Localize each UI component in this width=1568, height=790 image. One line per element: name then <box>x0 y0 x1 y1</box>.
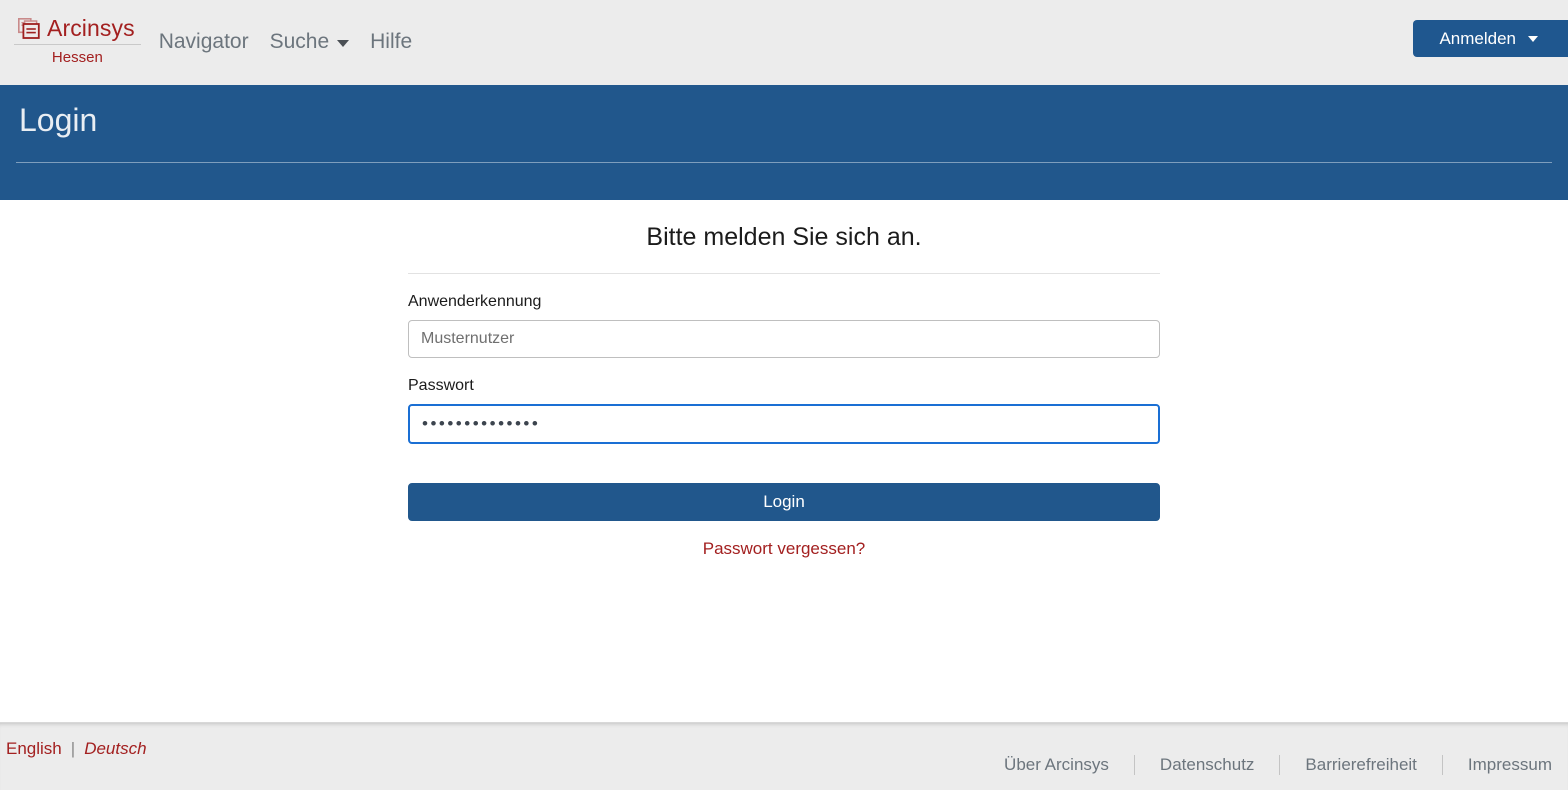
brand-region: Hessen <box>51 49 103 66</box>
nav-item-suche-label: Suche <box>269 29 330 53</box>
nav-item-hilfe[interactable]: Hilfe <box>370 30 412 54</box>
form-heading: Bitte melden Sie sich an. <box>646 223 922 251</box>
nav-item-navigator[interactable]: Navigator <box>159 30 249 54</box>
brand-top-row: Arcinsys <box>14 16 141 45</box>
form-divider <box>408 273 1160 274</box>
chevron-down-icon <box>337 40 350 47</box>
banner-divider <box>16 162 1552 163</box>
nav-item-navigator-label: Navigator <box>158 29 249 53</box>
password-input[interactable] <box>408 404 1160 444</box>
documents-icon <box>18 18 40 39</box>
forgot-password-row: Passwort vergessen? <box>408 521 1160 559</box>
password-label: Passwort <box>408 377 474 394</box>
page-footer: English | Deutsch Über Arcinsys Datensch… <box>0 722 1568 790</box>
footer-link-datenschutz[interactable]: Datenschutz <box>1135 755 1280 775</box>
page-banner: Login <box>0 85 1568 200</box>
language-separator: | <box>70 738 76 758</box>
main-content: Bitte melden Sie sich an. Anwenderkennun… <box>0 200 1568 722</box>
anmelden-button[interactable]: Anmelden <box>1413 20 1568 57</box>
language-english-link[interactable]: English <box>6 739 62 759</box>
page-title: Login <box>19 102 98 138</box>
forgot-password-link[interactable]: Passwort vergessen? <box>703 539 866 558</box>
brand-logo[interactable]: Arcinsys Hessen <box>14 16 141 69</box>
anmelden-button-label: Anmelden <box>1439 28 1516 48</box>
chevron-down-icon <box>1528 35 1538 42</box>
nav-item-suche[interactable]: Suche <box>270 30 350 54</box>
main-nav: Navigator Suche Hilfe <box>159 30 412 56</box>
brand-name: Arcinsys <box>47 15 135 41</box>
footer-link-barrierefreiheit[interactable]: Barrierefreiheit <box>1280 755 1442 775</box>
language-switcher: English | Deutsch <box>6 739 147 775</box>
nav-item-hilfe-label: Hilfe <box>370 29 413 53</box>
language-deutsch-link[interactable]: Deutsch <box>84 739 146 759</box>
page-root: Arcinsys Hessen Navigator Suche Hilfe An… <box>0 0 1568 790</box>
username-label: Anwenderkennung <box>408 293 542 310</box>
field-spacer <box>408 358 1160 376</box>
top-bar: Arcinsys Hessen Navigator Suche Hilfe An… <box>0 0 1568 85</box>
footer-link-ueber-arcinsys[interactable]: Über Arcinsys <box>979 755 1134 775</box>
username-input[interactable] <box>408 320 1160 358</box>
footer-links: Über Arcinsys Datenschutz Barrierefreihe… <box>979 739 1568 775</box>
footer-link-impressum[interactable]: Impressum <box>1443 755 1568 775</box>
login-submit-button[interactable]: Login <box>408 483 1160 521</box>
login-form: Bitte melden Sie sich an. Anwenderkennun… <box>408 222 1160 722</box>
